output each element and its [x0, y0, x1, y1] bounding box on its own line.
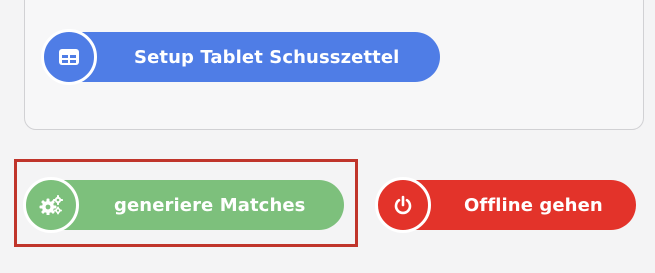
- table-icon: [41, 29, 97, 85]
- setup-tablet-button[interactable]: Setup Tablet Schusszettel: [41, 29, 440, 85]
- power-icon: [375, 177, 431, 233]
- cogs-icon: [23, 177, 79, 233]
- generate-matches-button[interactable]: generiere Matches: [23, 177, 344, 233]
- go-offline-button[interactable]: Offline gehen: [375, 177, 636, 233]
- setup-tablet-label: Setup Tablet Schusszettel: [134, 46, 400, 68]
- go-offline-label: Offline gehen: [464, 194, 603, 216]
- generate-matches-label: generiere Matches: [114, 194, 306, 216]
